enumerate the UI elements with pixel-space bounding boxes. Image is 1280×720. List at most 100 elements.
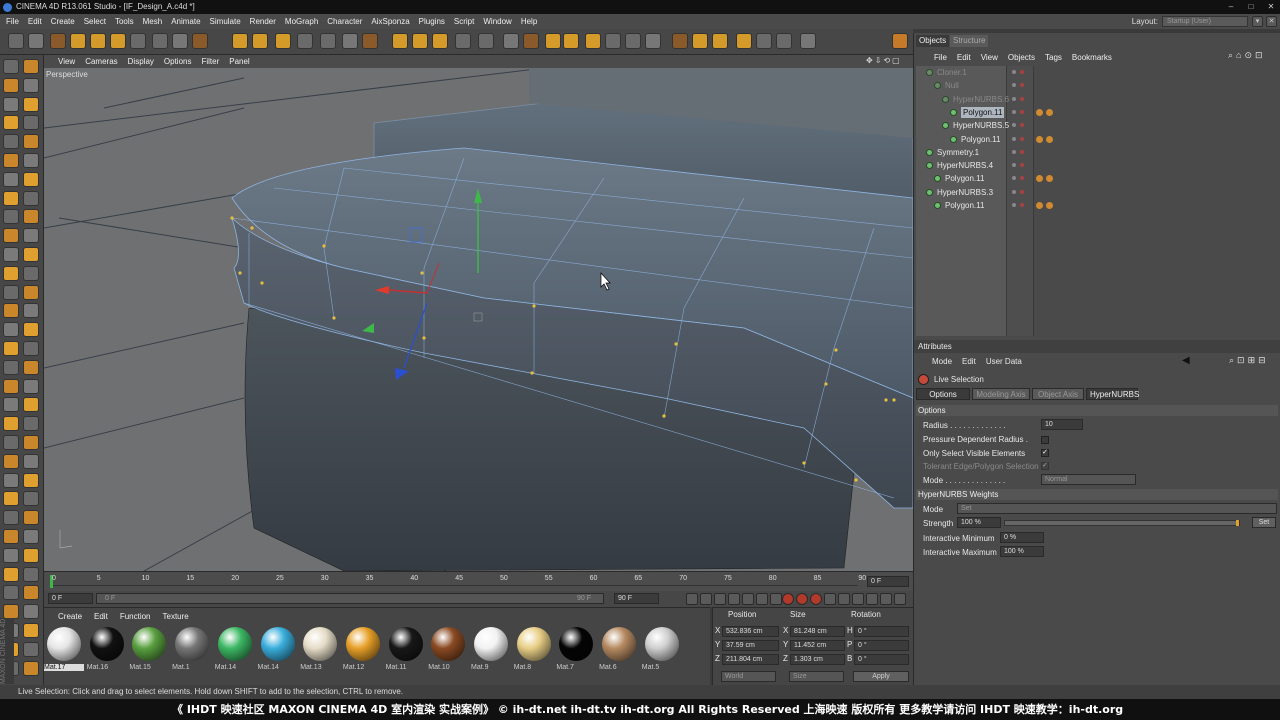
palette-tool-icon[interactable] — [3, 247, 19, 262]
palette-tool-icon[interactable] — [3, 529, 19, 544]
palette-tool-icon[interactable] — [23, 303, 39, 319]
palette-tool-icon[interactable] — [23, 547, 39, 563]
auto-key-icon[interactable] — [796, 593, 808, 605]
start-frame-field[interactable]: 0 F — [48, 593, 93, 604]
object-row[interactable]: HyperNURBS.5 — [914, 119, 1280, 132]
object-row[interactable]: Null — [914, 79, 1280, 92]
object-row[interactable]: Polygon.11 — [914, 199, 1280, 212]
radius-field[interactable]: 10 — [1041, 419, 1083, 430]
palette-tool-icon[interactable] — [23, 453, 39, 469]
palette-tool-icon[interactable] — [23, 529, 39, 544]
material-swatch[interactable]: Mat.12 — [343, 627, 383, 677]
redo-tool-icon[interactable] — [28, 33, 44, 49]
palette-tool-icon[interactable] — [23, 359, 39, 375]
toolbar-settings-icon[interactable] — [892, 33, 908, 49]
viewport-menu-panel[interactable]: Panel — [229, 57, 249, 66]
animation-tool-icon[interactable] — [712, 33, 728, 49]
attribute-lock-icons[interactable]: ⌕⊡⊞⊟ — [1229, 355, 1269, 366]
grid-tool-icon[interactable] — [625, 33, 641, 49]
palette-tool-icon[interactable] — [3, 472, 19, 488]
render-picture-tool-icon[interactable] — [252, 33, 268, 49]
visibility-dots-icon[interactable] — [1012, 176, 1016, 181]
object-row[interactable]: Symmetry.1 — [914, 146, 1280, 159]
palette-tool-icon[interactable] — [23, 397, 39, 413]
material-menu-create[interactable]: Create — [58, 612, 82, 621]
3d-viewport[interactable]: Perspective — [44, 68, 913, 571]
material-swatch[interactable]: Mat.17 — [44, 627, 84, 677]
menu-window[interactable]: Window — [483, 17, 511, 26]
next-frame-icon[interactable] — [742, 593, 754, 605]
strength-set-button[interactable]: Set — [1252, 517, 1276, 528]
palette-tool-icon[interactable] — [3, 115, 19, 131]
position-field[interactable]: 211.804 cm — [722, 654, 779, 665]
palette-tool-icon[interactable] — [23, 59, 39, 74]
visibility-dots-icon[interactable] — [1012, 189, 1016, 194]
object-menu-edit[interactable]: Edit — [957, 53, 971, 62]
palette-tool-icon[interactable] — [23, 153, 39, 168]
visibility-dots-icon[interactable] — [1012, 123, 1016, 128]
material-swatch[interactable]: Mat.8 — [514, 627, 554, 677]
visibility-dots-icon[interactable] — [1012, 136, 1016, 141]
object-menu-bookmarks[interactable]: Bookmarks — [1072, 53, 1112, 62]
attr-tab-object-axis[interactable]: Object Axis — [1032, 388, 1084, 400]
maximize-button[interactable]: □ — [1242, 1, 1260, 13]
object-row[interactable]: HyperNURBS.4 — [914, 159, 1280, 172]
palette-tool-icon[interactable] — [23, 341, 39, 356]
object-row[interactable]: Polygon.11 — [914, 106, 1280, 119]
close-button[interactable]: ✕ — [1262, 1, 1280, 13]
tweak-tool-icon[interactable] — [645, 33, 661, 49]
scene-tool-icon[interactable] — [412, 33, 428, 49]
palette-tool-icon[interactable] — [3, 397, 19, 413]
material-swatch[interactable]: Mat.9 — [471, 627, 511, 677]
palette-tool-icon[interactable] — [3, 435, 19, 450]
material-tag-icons[interactable] — [1036, 135, 1056, 143]
menu-animate[interactable]: Animate — [171, 17, 200, 26]
strength-slider-handle[interactable] — [1236, 520, 1239, 526]
menu-create[interactable]: Create — [51, 17, 75, 26]
menu-tools[interactable]: Tools — [115, 17, 134, 26]
object-search-icons[interactable]: ⌕⌂⊙⊡ — [1228, 50, 1266, 61]
interactive-maximum-field[interactable]: 100 % — [1000, 546, 1044, 557]
viewport-nav-icons[interactable]: ✥⇩⟲▢ — [866, 56, 902, 65]
material-swatch[interactable]: Mat.7 — [556, 627, 596, 677]
render-view-tool-icon[interactable] — [232, 33, 248, 49]
palette-tool-icon[interactable] — [3, 322, 19, 338]
palette-tool-icon[interactable] — [23, 472, 39, 488]
material-menu-function[interactable]: Function — [120, 612, 151, 621]
pla-key-icon[interactable] — [880, 593, 892, 605]
visibility-dots-icon[interactable] — [1012, 149, 1016, 154]
palette-tool-icon[interactable] — [3, 378, 19, 394]
material-swatch[interactable]: Mat.10 — [428, 627, 468, 677]
object-row[interactable]: Cloner.1 — [914, 66, 1280, 79]
palette-tool-icon[interactable] — [3, 453, 19, 469]
apply-button[interactable]: Apply — [853, 671, 909, 682]
object-menu-tags[interactable]: Tags — [1045, 53, 1062, 62]
attr-tab-options[interactable]: Options — [916, 388, 970, 400]
palette-tool-icon[interactable] — [3, 77, 19, 93]
sculpt-tool-icon[interactable] — [776, 33, 792, 49]
visible-elements-checkbox[interactable]: ✓ — [1041, 449, 1049, 457]
visibility-dots-icon[interactable] — [1012, 83, 1016, 88]
object-menu-file[interactable]: File — [934, 53, 947, 62]
material-tag-icons[interactable] — [1036, 108, 1056, 116]
menu-help[interactable]: Help — [521, 17, 537, 26]
scheme-icon[interactable] — [894, 593, 906, 605]
palette-tool-icon[interactable] — [23, 604, 39, 620]
attribute-menu-mode[interactable]: Mode — [932, 357, 952, 366]
palette-tool-icon[interactable] — [3, 303, 19, 319]
palette-tool-icon[interactable] — [23, 585, 39, 601]
palette-tool-icon[interactable] — [3, 416, 19, 432]
rotation-field[interactable]: 0 ° — [854, 640, 909, 651]
visibility-dots-icon[interactable] — [1012, 203, 1016, 207]
menu-simulate[interactable]: Simulate — [210, 17, 241, 26]
model-tool-icon[interactable] — [672, 33, 688, 49]
object-row[interactable]: HyperNURBS.3 — [914, 186, 1280, 199]
timeline-ruler[interactable] — [50, 574, 858, 586]
weight-mode-dropdown[interactable]: Set — [957, 503, 1277, 514]
layout-close-icon[interactable]: ✕ — [1266, 16, 1277, 27]
menu-file[interactable]: File — [6, 17, 19, 26]
x-axis-tool-icon[interactable] — [152, 33, 168, 49]
palette-tool-icon[interactable] — [23, 284, 39, 300]
palette-tool-icon[interactable] — [23, 77, 39, 93]
palette-tool-icon[interactable] — [3, 585, 19, 601]
